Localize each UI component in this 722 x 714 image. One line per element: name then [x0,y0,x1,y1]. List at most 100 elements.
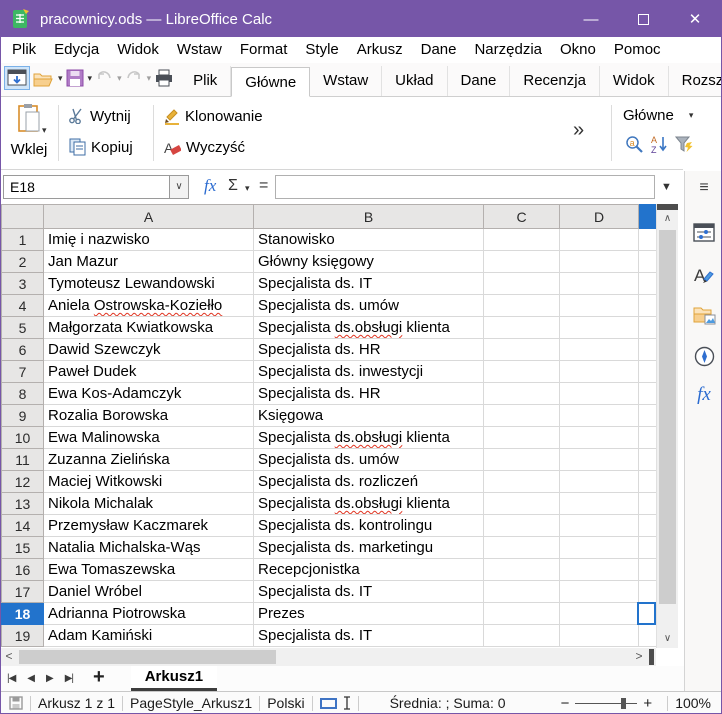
sheet-tab-arkusz1[interactable]: Arkusz1 [131,666,217,691]
cell-b11[interactable]: Specjalista ds. umów [254,449,484,471]
ribbon-tab-układ[interactable]: Układ [382,66,447,96]
ribbon-tab-dane[interactable]: Dane [448,66,511,96]
cell-d9[interactable] [560,405,639,427]
insert-mode-icon[interactable] [343,696,351,710]
save-dropdown-caret[interactable]: ▾ [88,73,93,84]
name-box-dropdown[interactable]: ∨ [169,176,188,198]
row-header-14[interactable]: 14 [2,515,44,537]
cell-d6[interactable] [560,339,639,361]
cell-c13[interactable] [484,493,560,515]
cell-d4[interactable] [560,295,639,317]
menu-item-widok[interactable]: Widok [108,37,168,63]
cell-d5[interactable] [560,317,639,339]
minimize-button[interactable]: — [565,1,617,37]
row-header-4[interactable]: 4 [2,295,44,317]
sort-icon[interactable]: A Z [651,135,668,154]
cell-a17[interactable]: Daniel Wróbel [44,581,254,603]
cell-b17[interactable]: Specjalista ds. IT [254,581,484,603]
cell-e12[interactable] [639,471,657,493]
column-header-c[interactable]: C [484,205,560,229]
cell-e7[interactable] [639,361,657,383]
row-header-12[interactable]: 12 [2,471,44,493]
navigator-deck-icon[interactable] [685,346,722,372]
cell-d13[interactable] [560,493,639,515]
ribbon-tab-recenzja[interactable]: Recenzja [510,66,600,96]
cell-d16[interactable] [560,559,639,581]
cell-b4[interactable]: Specjalista ds. umów [254,295,484,317]
cell-c4[interactable] [484,295,560,317]
row-header-18[interactable]: 18 [2,603,44,625]
cell-e5[interactable] [639,317,657,339]
cell-c18[interactable] [484,603,560,625]
cell-e17[interactable] [639,581,657,603]
cell-b15[interactable]: Specjalista ds. marketingu [254,537,484,559]
zoom-out-button[interactable]: − [561,695,570,712]
page-style-status[interactable]: PageStyle_Arkusz1 [130,695,252,711]
undo-button[interactable] [93,68,115,88]
row-header-13[interactable]: 13 [2,493,44,515]
undo-dropdown-caret[interactable]: ▾ [117,73,122,84]
name-box[interactable]: E18 ∨ [3,175,189,199]
cell-e10[interactable] [639,427,657,449]
row-header-7[interactable]: 7 [2,361,44,383]
row-header-10[interactable]: 10 [2,427,44,449]
cell-b13[interactable]: Specjalista ds.obsługi klienta [254,493,484,515]
cell-b6[interactable]: Specjalista ds. HR [254,339,484,361]
save-button[interactable] [64,67,86,89]
scroll-down-icon[interactable]: ∨ [657,630,678,648]
zoom-slider[interactable] [575,703,637,704]
cell-d2[interactable] [560,251,639,273]
cell-e15[interactable] [639,537,657,559]
vertical-scrollbar[interactable]: ∧ ∨ [656,204,678,648]
print-button[interactable] [152,67,176,89]
scroll-left-icon[interactable]: < [1,648,17,666]
ribbon-tab-główne[interactable]: Główne [231,67,310,97]
row-header-11[interactable]: 11 [2,449,44,471]
menu-item-format[interactable]: Format [231,37,297,63]
cell-e6[interactable] [639,339,657,361]
toolbar-overflow-button[interactable]: » [573,119,584,142]
cell-c16[interactable] [484,559,560,581]
last-sheet-button[interactable]: ▶| [59,673,79,684]
cell-d1[interactable] [560,229,639,251]
ribbon-tab-widok[interactable]: Widok [600,66,669,96]
cell-a7[interactable]: Paweł Dudek [44,361,254,383]
cell-d17[interactable] [560,581,639,603]
cell-b10[interactable]: Specjalista ds.obsługi klienta [254,427,484,449]
row-header-1[interactable]: 1 [2,229,44,251]
cell-b5[interactable]: Specjalista ds.obsługi klienta [254,317,484,339]
cell-c10[interactable] [484,427,560,449]
first-sheet-button[interactable]: |◀ [1,673,21,684]
menu-item-plik[interactable]: Plik [3,37,45,63]
cell-a16[interactable]: Ewa Tomaszewska [44,559,254,581]
cell-a14[interactable]: Przemysław Kaczmarek [44,515,254,537]
cell-c3[interactable] [484,273,560,295]
horizontal-scrollbar[interactable]: < > [1,648,656,666]
cell-b19[interactable]: Specjalista ds. IT [254,625,484,647]
menubar-toggle-button[interactable] [4,66,30,90]
cell-a15[interactable]: Natalia Michalska-Wąs [44,537,254,559]
vertical-scroll-thumb[interactable] [659,230,676,604]
cell-a6[interactable]: Dawid Szewczyk [44,339,254,361]
previous-sheet-button[interactable]: ◀ [21,673,40,684]
context-selector[interactable]: Główne ▾ [623,107,693,124]
menu-item-wstaw[interactable]: Wstaw [168,37,231,63]
cell-e19[interactable] [639,625,657,647]
cell-a10[interactable]: Ewa Malinowska [44,427,254,449]
row-header-16[interactable]: 16 [2,559,44,581]
horizontal-split-handle[interactable] [649,649,654,665]
cell-c14[interactable] [484,515,560,537]
cell-e8[interactable] [639,383,657,405]
cell-d19[interactable] [560,625,639,647]
cell-e14[interactable] [639,515,657,537]
zoom-in-button[interactable]: + [643,695,652,712]
cell-d15[interactable] [560,537,639,559]
equals-button[interactable]: = [259,177,268,195]
cell-c1[interactable] [484,229,560,251]
cell-a1[interactable]: Imię i nazwisko [44,229,254,251]
cell-c7[interactable] [484,361,560,383]
column-header-b[interactable]: B [254,205,484,229]
cell-c6[interactable] [484,339,560,361]
cell-b14[interactable]: Specjalista ds. kontrolingu [254,515,484,537]
cell-b9[interactable]: Księgowa [254,405,484,427]
